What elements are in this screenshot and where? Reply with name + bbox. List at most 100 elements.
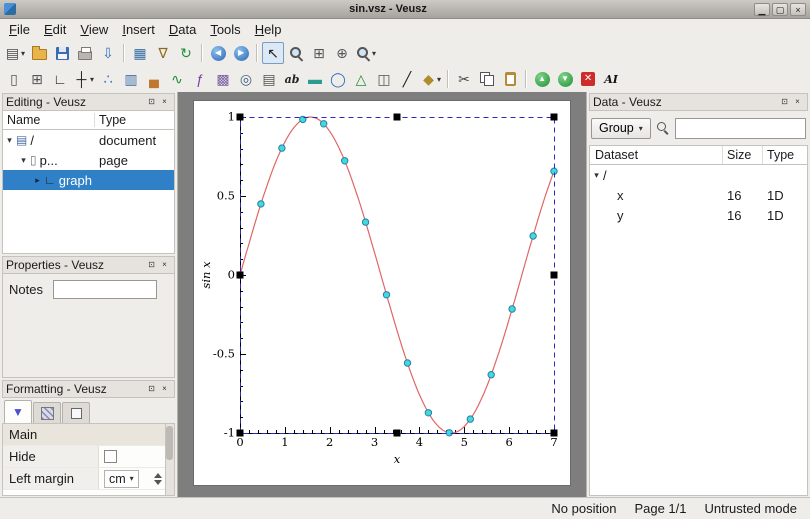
new-document-button[interactable]: ▤ ▾ <box>3 42 27 64</box>
save-document-button[interactable] <box>51 42 73 64</box>
recenter-graph-button[interactable]: ⊕ <box>331 42 353 64</box>
tree-item-page[interactable]: ▾ ▯ p... page <box>3 150 174 170</box>
group-button[interactable]: Group ▾ <box>591 117 651 139</box>
open-document-button[interactable] <box>28 42 50 64</box>
expander-icon[interactable]: ▸ <box>31 175 44 186</box>
reload-data-button[interactable]: ↻ <box>175 42 197 64</box>
selection-handle[interactable] <box>550 271 558 279</box>
menu-view[interactable]: View <box>73 20 115 39</box>
menu-file[interactable]: File <box>2 20 37 39</box>
insert-line-button[interactable]: ╱ <box>396 68 418 90</box>
move-down-button[interactable]: ▼ <box>554 68 576 90</box>
zoom-graph-button[interactable] <box>285 42 307 64</box>
insert-image-button[interactable]: ▩ <box>212 68 234 90</box>
selection-handle[interactable] <box>550 429 558 437</box>
insert-axis-button[interactable]: ┼ ▾ <box>72 68 96 90</box>
insert-xy-button[interactable]: ∴ <box>97 68 119 90</box>
formatting-tab-border[interactable] <box>62 402 90 423</box>
edit-data-button[interactable]: ▦ <box>129 42 151 64</box>
formatting-row-hide[interactable]: Hide <box>3 446 174 468</box>
print-button[interactable] <box>74 42 96 64</box>
close-panel-button[interactable]: × <box>158 96 171 109</box>
maximize-button[interactable]: ▢ <box>772 2 788 16</box>
insert-label-button[interactable]: ab <box>281 68 303 90</box>
dataset-y[interactable]: y 16 1D <box>590 205 807 225</box>
zoom-menu-button[interactable]: ▾ <box>354 42 378 64</box>
float-panel-button[interactable]: ⊡ <box>145 383 158 396</box>
close-button[interactable]: × <box>790 2 806 16</box>
page[interactable]: 0 1 2 3 4 5 6 7 -1 -0.5 0 0.5 1 x sin x <box>194 101 570 485</box>
float-panel-button[interactable]: ⊡ <box>145 259 158 272</box>
toolbar-icon: ⊞ <box>313 45 325 61</box>
dataset-table[interactable]: ▾ / x 16 1D y 16 1D <box>589 165 808 496</box>
selection-handle[interactable] <box>236 271 244 279</box>
checkbox[interactable] <box>104 450 117 463</box>
formatting-tab-fill[interactable] <box>33 402 61 423</box>
insert-histogram-button[interactable]: ▄ <box>143 68 165 90</box>
move-up-button[interactable]: ▲ <box>531 68 553 90</box>
insert-shape-button[interactable]: ◆ ▾ <box>419 68 443 90</box>
dataset-search-input[interactable] <box>674 117 806 139</box>
notes-input[interactable] <box>52 280 157 299</box>
insert-colorbar-button[interactable]: ▬ <box>304 68 326 90</box>
insert-page-button[interactable]: ▯ <box>3 68 25 90</box>
minimize-button[interactable]: ▁ <box>754 2 770 16</box>
dataset-x[interactable]: x 16 1D <box>590 185 807 205</box>
toolbar-icon: ◯ <box>330 71 346 87</box>
app-icon <box>4 3 16 15</box>
plot-svg[interactable]: 0 1 2 3 4 5 6 7 -1 -0.5 0 0.5 1 x sin x <box>194 101 570 485</box>
expander-icon[interactable]: ▾ <box>17 155 30 166</box>
insert-ternary-button[interactable]: △ <box>350 68 372 90</box>
menu-help[interactable]: Help <box>248 20 289 39</box>
export-button[interactable]: ⇩ <box>97 42 119 64</box>
close-panel-button[interactable]: × <box>158 383 171 396</box>
next-page-button[interactable]: ▶ <box>230 42 252 64</box>
insert-graph-button[interactable]: ∟ <box>49 68 71 90</box>
previous-page-button[interactable]: ◀ <box>207 42 229 64</box>
selection-handle[interactable] <box>393 429 401 437</box>
selection-handle[interactable] <box>393 113 401 121</box>
value-stepper[interactable] <box>154 473 162 485</box>
insert-contour-button[interactable]: ◎ <box>235 68 257 90</box>
expander-icon[interactable]: ▾ <box>3 135 16 146</box>
formatting-row-main[interactable]: Main <box>3 424 174 446</box>
filter-data-button[interactable]: ∇ <box>152 42 174 64</box>
unit-select[interactable]: cm ▾ <box>104 469 139 488</box>
insert-3d-button[interactable]: ◫ <box>373 68 395 90</box>
delete-button[interactable]: ✕ <box>577 68 599 90</box>
insert-grid-button[interactable]: ⊞ <box>26 68 48 90</box>
tree-item-document[interactable]: ▾ ▤ / document <box>3 130 174 150</box>
formatting-tab-main[interactable]: ▼ <box>4 400 32 423</box>
menu-insert[interactable]: Insert <box>115 20 162 39</box>
close-panel-button[interactable]: × <box>791 96 804 109</box>
menu-data[interactable]: Data <box>162 20 203 39</box>
menu-edit[interactable]: Edit <box>37 20 73 39</box>
paste-button[interactable] <box>499 68 521 90</box>
widget-tree[interactable]: ▾ ▤ / document ▾ ▯ p... page ▸ ∟ graph <box>2 130 175 254</box>
expander-icon[interactable]: ▾ <box>590 170 603 181</box>
svg-text:4: 4 <box>416 435 423 449</box>
insert-bar-button[interactable]: ▥ <box>120 68 142 90</box>
rename-button[interactable]: AI <box>600 68 622 90</box>
tree-item-graph[interactable]: ▸ ∟ graph <box>3 170 174 190</box>
selection-handle[interactable] <box>236 113 244 121</box>
float-panel-button[interactable]: ⊡ <box>145 96 158 109</box>
insert-key-button[interactable]: ▤ <box>258 68 280 90</box>
float-panel-button[interactable]: ⊡ <box>778 96 791 109</box>
zoom-axes-button[interactable]: ⊞ <box>308 42 330 64</box>
insert-polar-button[interactable]: ◯ <box>327 68 349 90</box>
selection-handle[interactable] <box>550 113 558 121</box>
formatting-scrollbar[interactable] <box>165 424 174 495</box>
menu-tools[interactable]: Tools <box>203 20 247 39</box>
select-items-button[interactable]: ↖ <box>262 42 285 64</box>
scrollbar-thumb[interactable] <box>166 426 173 460</box>
selection-handle[interactable] <box>236 429 244 437</box>
cut-button[interactable]: ✂ <box>453 68 475 90</box>
plot-canvas[interactable]: 0 1 2 3 4 5 6 7 -1 -0.5 0 0.5 1 x sin x <box>178 92 586 497</box>
close-panel-button[interactable]: × <box>158 259 171 272</box>
dataset-root[interactable]: ▾ / <box>590 165 807 185</box>
insert-function-button[interactable]: ƒ <box>189 68 211 90</box>
formatting-row-left-margin[interactable]: Left margin cm ▾ <box>3 468 174 490</box>
copy-button[interactable] <box>476 68 498 90</box>
insert-fit-button[interactable]: ∿ <box>166 68 188 90</box>
